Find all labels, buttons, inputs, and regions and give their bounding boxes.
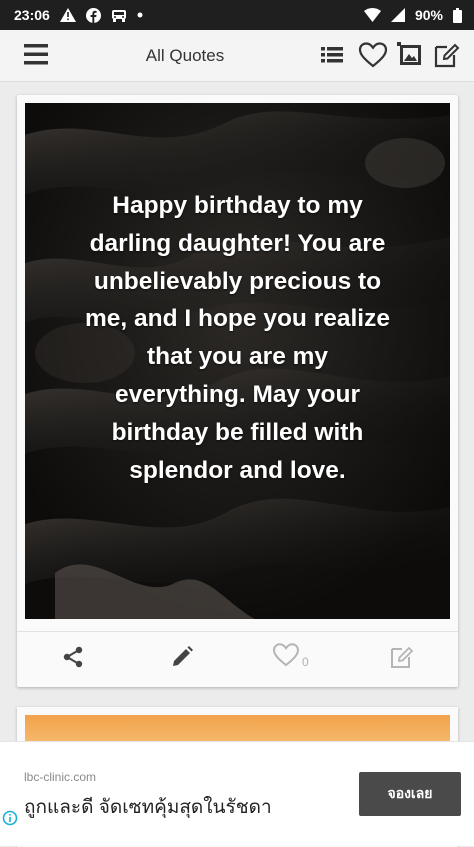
ad-headline: ถูกและดี จัดเซทคุ้มสุดในรัชดา	[24, 797, 272, 818]
status-bar: 23:06 90%	[0, 0, 474, 30]
car-icon	[111, 8, 127, 22]
ad-cta-button[interactable]: จองเลย	[359, 772, 461, 816]
share-icon[interactable]	[60, 642, 86, 672]
edit-icon[interactable]	[432, 41, 462, 71]
pencil-icon[interactable]	[169, 642, 195, 672]
battery-percent: 90%	[414, 7, 443, 23]
quote-image[interactable]: Happy birthday to my darling daughter! Y…	[25, 103, 450, 619]
wifi-icon	[363, 8, 381, 22]
like-button[interactable]: 0	[272, 642, 309, 672]
list-icon[interactable]	[318, 41, 348, 71]
heart-outline-icon	[272, 642, 300, 673]
image-icon[interactable]	[396, 41, 426, 71]
quote-text: Happy birthday to my darling daughter! Y…	[85, 192, 390, 484]
signal-icon	[390, 8, 405, 22]
status-time: 23:06	[14, 7, 50, 23]
edit-box-icon[interactable]	[389, 642, 415, 672]
dot-icon	[137, 12, 143, 18]
heart-icon[interactable]	[358, 41, 388, 71]
app-bar: All Quotes	[0, 30, 474, 82]
page-title: All Quotes	[145, 46, 225, 65]
menu-icon[interactable]	[22, 40, 52, 70]
ad-choices-icon[interactable]	[2, 810, 18, 826]
quote-card: Happy birthday to my darling daughter! Y…	[17, 95, 458, 687]
alert-icon	[59, 8, 76, 22]
card-actions: 0	[17, 631, 458, 684]
ad-banner[interactable]: lbc-clinic.com ถูกและดี จัดเซทคุ้มสุดในร…	[0, 741, 474, 846]
facebook-icon	[85, 7, 101, 23]
like-count: 0	[302, 655, 309, 669]
ad-domain: lbc-clinic.com	[24, 770, 97, 784]
battery-icon	[453, 7, 462, 23]
